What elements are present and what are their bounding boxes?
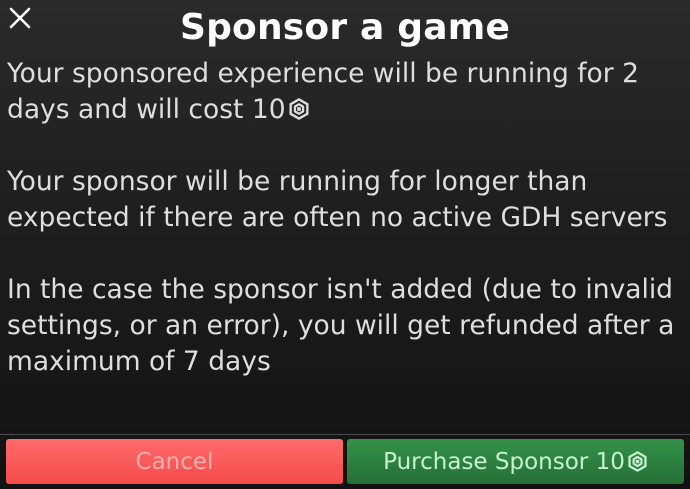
- purchase-button-label: Purchase Sponsor 10: [383, 448, 625, 475]
- robux-icon: [627, 451, 648, 472]
- refund-paragraph: In the case the sponsor isn't added (due…: [7, 274, 675, 377]
- purchase-sponsor-button[interactable]: Purchase Sponsor 10: [347, 439, 684, 484]
- cost-paragraph: Your sponsored experience will be runnin…: [7, 56, 686, 128]
- sponsor-dialog: Sponsor a game Your sponsored experience…: [0, 0, 690, 489]
- dialog-title: Sponsor a game: [179, 7, 511, 48]
- robux-icon: [288, 98, 310, 120]
- cost-text: Your sponsored experience will be runnin…: [7, 58, 639, 125]
- divider: [0, 434, 690, 435]
- cancel-button-label: Cancel: [135, 448, 214, 475]
- cancel-button[interactable]: Cancel: [6, 439, 343, 484]
- dialog-body: Your sponsored experience will be runnin…: [7, 56, 686, 380]
- duration-paragraph: Your sponsor will be running for longer …: [7, 166, 668, 233]
